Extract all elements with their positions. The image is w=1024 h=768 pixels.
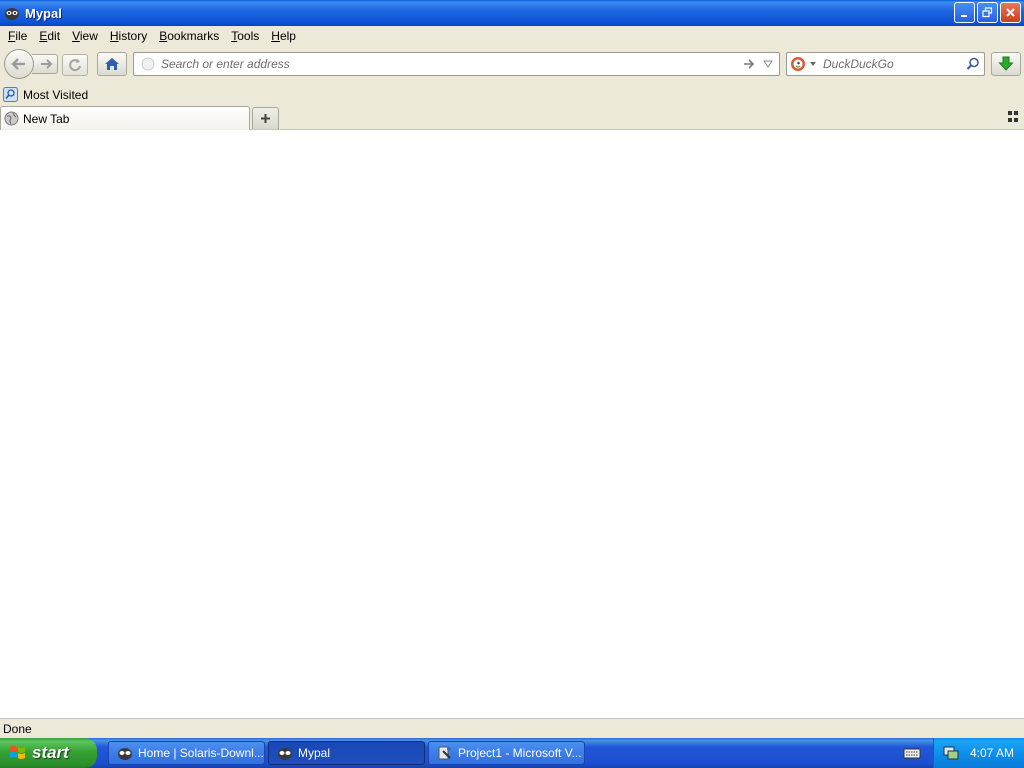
- menu-edit-label: dit: [47, 29, 61, 43]
- menu-file[interactable]: File: [2, 26, 33, 46]
- downloads-button[interactable]: [991, 52, 1021, 76]
- back-arrow-icon: [11, 58, 25, 70]
- close-button[interactable]: [1000, 2, 1021, 23]
- menu-tools[interactable]: Tools: [225, 26, 265, 46]
- site-identity-icon[interactable]: [141, 57, 155, 71]
- menu-history-accel: H: [109, 29, 119, 43]
- globe-icon: [4, 111, 19, 126]
- grid-icon-cell: [1014, 118, 1018, 122]
- menu-bookmarks[interactable]: Bookmarks: [153, 26, 225, 46]
- reload-button[interactable]: [62, 54, 88, 76]
- clock[interactable]: 4:07 AM: [970, 746, 1014, 760]
- chevron-down-icon: [810, 62, 816, 66]
- status-text: Done: [3, 721, 32, 736]
- bookmark-most-visited[interactable]: Most Visited: [3, 87, 88, 102]
- most-visited-icon: [3, 87, 18, 102]
- menu-view-label: iew: [79, 29, 98, 43]
- history-dropdown-icon[interactable]: [763, 60, 773, 68]
- forward-button[interactable]: [32, 54, 58, 74]
- back-forward-group: [4, 49, 60, 79]
- window-title: Mypal: [25, 5, 62, 21]
- home-icon: [105, 58, 119, 70]
- tab-label: New Tab: [23, 111, 70, 126]
- menu-view[interactable]: View: [66, 26, 104, 46]
- grid-icon: [1008, 111, 1012, 115]
- duckduckgo-icon: [791, 57, 805, 71]
- bookmarks-toolbar: Most Visited: [0, 84, 1024, 105]
- taskbar-item-label: Mypal: [298, 746, 331, 760]
- minimize-icon: [961, 15, 967, 17]
- menu-help-accel: H: [271, 29, 280, 43]
- taskbar-item-home-solaris[interactable]: Home | Solaris-Downl...: [108, 741, 265, 765]
- menu-help[interactable]: Help: [265, 26, 302, 46]
- taskbar-item-project1[interactable]: Project1 - Microsoft V...: [428, 741, 585, 765]
- search-engine-selector[interactable]: [790, 56, 817, 72]
- title-bar[interactable]: Mypal: [0, 0, 1024, 26]
- keyboard-icon[interactable]: [903, 746, 921, 760]
- new-tab-button[interactable]: [252, 107, 279, 129]
- back-button[interactable]: [4, 49, 34, 79]
- start-label: start: [32, 743, 69, 762]
- mypal-app-icon[interactable]: [4, 5, 20, 21]
- address-bar[interactable]: [133, 52, 780, 76]
- menu-tools-label: ools: [237, 29, 260, 43]
- menu-edit[interactable]: Edit: [33, 26, 66, 46]
- search-input[interactable]: [823, 57, 966, 71]
- bookmark-label: Most Visited: [23, 87, 89, 102]
- home-button[interactable]: [97, 52, 127, 76]
- visual-basic-icon: [438, 746, 451, 760]
- start-button[interactable]: start: [0, 738, 97, 768]
- go-arrow-icon[interactable]: [743, 59, 755, 69]
- menu-help-label: elp: [279, 29, 296, 43]
- menu-history[interactable]: History: [104, 26, 153, 46]
- mypal-icon: [118, 748, 132, 760]
- plus-icon: [261, 114, 270, 123]
- taskbar-item-label: Project1 - Microsoft V...: [458, 746, 582, 760]
- windows-logo-icon: [10, 746, 25, 759]
- menu-bar: File Edit View History Bookmarks Tools H…: [0, 26, 1024, 46]
- reload-icon: [69, 59, 81, 72]
- tab-list-button[interactable]: [1008, 111, 1020, 123]
- search-icon[interactable]: [966, 57, 980, 71]
- grid-icon-cell: [1008, 118, 1012, 122]
- menu-view-accel: V: [72, 29, 80, 43]
- restore-icon: [982, 7, 993, 18]
- download-arrow-icon: [998, 56, 1014, 71]
- taskbar: start Home | Solaris-Downl... Mypal Proj…: [0, 738, 1024, 768]
- search-bar[interactable]: [786, 52, 985, 76]
- tab-new-tab[interactable]: New Tab: [0, 106, 250, 130]
- menu-file-label: ile: [15, 29, 28, 43]
- grid-icon-cell: [1014, 111, 1018, 115]
- forward-arrow-icon: [40, 59, 52, 69]
- network-icon[interactable]: [942, 745, 960, 761]
- restore-button[interactable]: [977, 2, 998, 23]
- address-input[interactable]: [161, 57, 743, 71]
- tab-strip: New Tab: [0, 105, 1024, 130]
- system-tray: 4:07 AM: [933, 738, 1024, 768]
- minimize-button[interactable]: [954, 2, 975, 23]
- navigation-toolbar: [0, 46, 1024, 84]
- page-content[interactable]: [0, 130, 1024, 718]
- mypal-icon: [278, 748, 292, 760]
- menu-history-label: istory: [118, 29, 148, 43]
- taskbar-item-mypal[interactable]: Mypal: [268, 741, 425, 765]
- taskbar-item-label: Home | Solaris-Downl...: [138, 746, 264, 760]
- menu-bookmarks-label: ookmarks: [167, 29, 220, 43]
- close-icon: [1006, 8, 1015, 17]
- status-bar: Done: [0, 718, 1024, 738]
